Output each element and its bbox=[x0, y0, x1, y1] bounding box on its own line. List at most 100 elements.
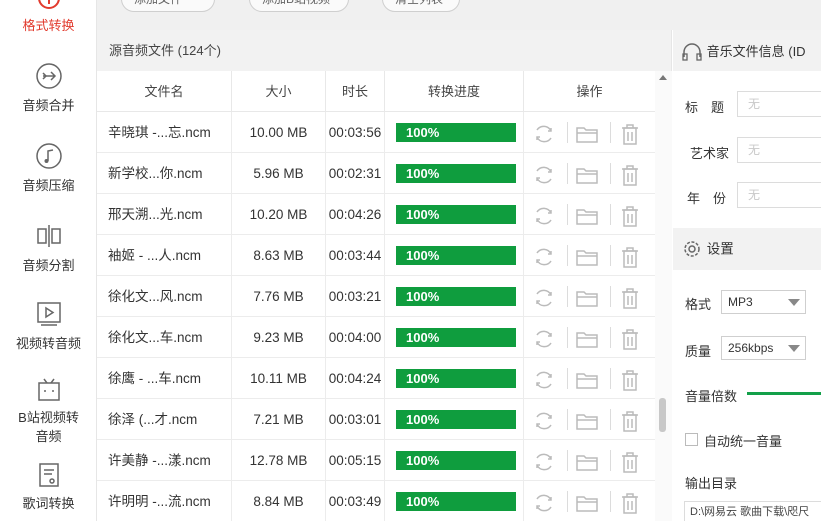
actions-cell bbox=[524, 112, 655, 153]
file-name: 徐化文...车.ncm bbox=[97, 317, 232, 358]
reconvert-icon[interactable] bbox=[532, 203, 556, 227]
table-row[interactable]: 徐化文...车.ncm 9.23 MB 00:04:00 100% bbox=[97, 317, 655, 358]
table-row[interactable]: 辛晓琪 -...忘.ncm 10.00 MB 00:03:56 100% bbox=[97, 112, 655, 153]
file-size: 5.96 MB bbox=[232, 153, 326, 194]
clock-convert-icon bbox=[37, 0, 60, 9]
open-folder-icon[interactable] bbox=[575, 326, 599, 350]
delete-icon[interactable] bbox=[618, 121, 642, 145]
nav-label: 音频分割 bbox=[22, 258, 75, 273]
add-bilibili-button[interactable]: 添加B站视频 bbox=[249, 0, 349, 12]
settings-header: 设置 bbox=[673, 228, 821, 270]
artist-field[interactable]: 无 bbox=[737, 137, 821, 163]
open-folder-icon[interactable] bbox=[575, 121, 599, 145]
reconvert-icon[interactable] bbox=[532, 490, 556, 514]
file-duration: 00:04:24 bbox=[326, 358, 385, 399]
reconvert-icon[interactable] bbox=[532, 449, 556, 473]
delete-icon[interactable] bbox=[618, 449, 642, 473]
nav-format-convert[interactable]: 格式转换 bbox=[0, 0, 97, 35]
table-row[interactable]: 徐泽 (...才.ncm 7.21 MB 00:03:01 100% bbox=[97, 399, 655, 440]
open-folder-icon[interactable] bbox=[575, 285, 599, 309]
table-row[interactable]: 许明明 -...流.ncm 8.84 MB 00:03:49 100% bbox=[97, 481, 655, 521]
delete-icon[interactable] bbox=[618, 408, 642, 432]
delete-icon[interactable] bbox=[618, 490, 642, 514]
table-row[interactable]: 邢天溯...光.ncm 10.20 MB 00:04:26 100% bbox=[97, 194, 655, 235]
nav-label: 歌词转换 bbox=[22, 496, 75, 511]
nav-audio-compress[interactable]: 音频压缩 bbox=[0, 142, 97, 195]
open-folder-icon[interactable] bbox=[575, 367, 599, 391]
reconvert-icon[interactable] bbox=[532, 326, 556, 350]
open-folder-icon[interactable] bbox=[575, 162, 599, 186]
year-field[interactable]: 无 bbox=[737, 182, 821, 208]
action-divider bbox=[610, 368, 611, 389]
delete-icon[interactable] bbox=[618, 367, 642, 391]
action-divider bbox=[567, 286, 568, 307]
delete-icon[interactable] bbox=[618, 162, 642, 186]
table-row[interactable]: 袖姬 - ...人.ncm 8.63 MB 00:03:44 100% bbox=[97, 235, 655, 276]
actions-cell bbox=[524, 153, 655, 194]
reconvert-icon[interactable] bbox=[532, 162, 556, 186]
actions-cell bbox=[524, 399, 655, 440]
volume-slider[interactable] bbox=[747, 392, 821, 395]
col-size[interactable]: 大小 bbox=[232, 71, 326, 112]
action-divider bbox=[567, 409, 568, 430]
reconvert-icon[interactable] bbox=[532, 121, 556, 145]
table-row[interactable]: 新学校...你.ncm 5.96 MB 00:02:31 100% bbox=[97, 153, 655, 194]
clear-list-button[interactable]: 清空列表 bbox=[382, 0, 460, 12]
table-row[interactable]: 徐鹰 - ...车.ncm 10.11 MB 00:04:24 100% bbox=[97, 358, 655, 399]
file-list-panel: 源音频文件 (124个) 文件名 大小 时长 转换进度 操作 辛晓琪 -...忘… bbox=[97, 30, 672, 521]
progress-bar: 100% bbox=[396, 164, 516, 183]
action-divider bbox=[567, 491, 568, 512]
reconvert-icon[interactable] bbox=[532, 244, 556, 268]
table-row[interactable]: 徐化文...风.ncm 7.76 MB 00:03:21 100% bbox=[97, 276, 655, 317]
file-name: 徐鹰 - ...车.ncm bbox=[97, 358, 232, 399]
progress-cell: 100% bbox=[385, 317, 524, 358]
auto-volume-checkbox[interactable] bbox=[685, 433, 698, 446]
open-folder-icon[interactable] bbox=[575, 203, 599, 227]
open-folder-icon[interactable] bbox=[575, 244, 599, 268]
nav-audio-split[interactable]: 音频分割 bbox=[0, 222, 97, 275]
reconvert-icon[interactable] bbox=[532, 367, 556, 391]
nav-lyrics-convert[interactable]: 歌词转换 bbox=[0, 462, 97, 513]
scroll-up-icon[interactable] bbox=[659, 75, 667, 80]
quality-value: 256kbps bbox=[728, 341, 774, 355]
delete-icon[interactable] bbox=[618, 285, 642, 309]
format-select[interactable]: MP3 bbox=[721, 290, 806, 314]
delete-icon[interactable] bbox=[618, 203, 642, 227]
output-dir-field[interactable]: D:\网易云 歌曲下载\咫尺 bbox=[684, 501, 821, 521]
nav-audio-merge[interactable]: 音频合并 bbox=[0, 62, 97, 115]
file-list-title: 源音频文件 (124个) bbox=[97, 30, 671, 71]
file-duration: 00:03:49 bbox=[326, 481, 385, 521]
progress-cell: 100% bbox=[385, 276, 524, 317]
progress-bar: 100% bbox=[396, 369, 516, 388]
nav-bilibili-to-audio[interactable]: B站视频转 音频 bbox=[0, 376, 97, 446]
chevron-down-icon bbox=[788, 299, 800, 306]
open-folder-icon[interactable] bbox=[575, 408, 599, 432]
file-duration: 00:05:15 bbox=[326, 440, 385, 481]
delete-icon[interactable] bbox=[618, 326, 642, 350]
col-progress[interactable]: 转换进度 bbox=[385, 71, 524, 112]
progress-cell: 100% bbox=[385, 440, 524, 481]
progress-bar: 100% bbox=[396, 492, 516, 511]
file-name: 邢天溯...光.ncm bbox=[97, 194, 232, 235]
reconvert-icon[interactable] bbox=[532, 408, 556, 432]
col-filename[interactable]: 文件名 bbox=[97, 71, 232, 112]
action-divider bbox=[610, 245, 611, 266]
progress-bar: 100% bbox=[396, 410, 516, 429]
quality-select[interactable]: 256kbps bbox=[721, 336, 806, 360]
reconvert-icon[interactable] bbox=[532, 285, 556, 309]
file-size: 10.20 MB bbox=[232, 194, 326, 235]
open-folder-icon[interactable] bbox=[575, 449, 599, 473]
action-divider bbox=[567, 122, 568, 143]
action-divider bbox=[610, 286, 611, 307]
table-row[interactable]: 许美静 -...漾.ncm 12.78 MB 00:05:15 100% bbox=[97, 440, 655, 481]
nav-video-to-audio[interactable]: 视频转音频 bbox=[0, 300, 97, 353]
col-duration[interactable]: 时长 bbox=[326, 71, 385, 112]
title-field[interactable]: 无 bbox=[737, 91, 821, 117]
delete-icon[interactable] bbox=[618, 244, 642, 268]
app-window: 格式转换 音频合并 音频压缩 音频分割 视频转音频 B站视频转 音频 歌词转换 … bbox=[0, 0, 821, 521]
scroll-thumb[interactable] bbox=[659, 398, 666, 432]
add-file-button[interactable]: 添加文件 bbox=[121, 0, 215, 12]
file-list-scrollbar[interactable] bbox=[655, 71, 672, 521]
open-folder-icon[interactable] bbox=[575, 490, 599, 514]
merge-arrow-icon bbox=[35, 63, 62, 89]
